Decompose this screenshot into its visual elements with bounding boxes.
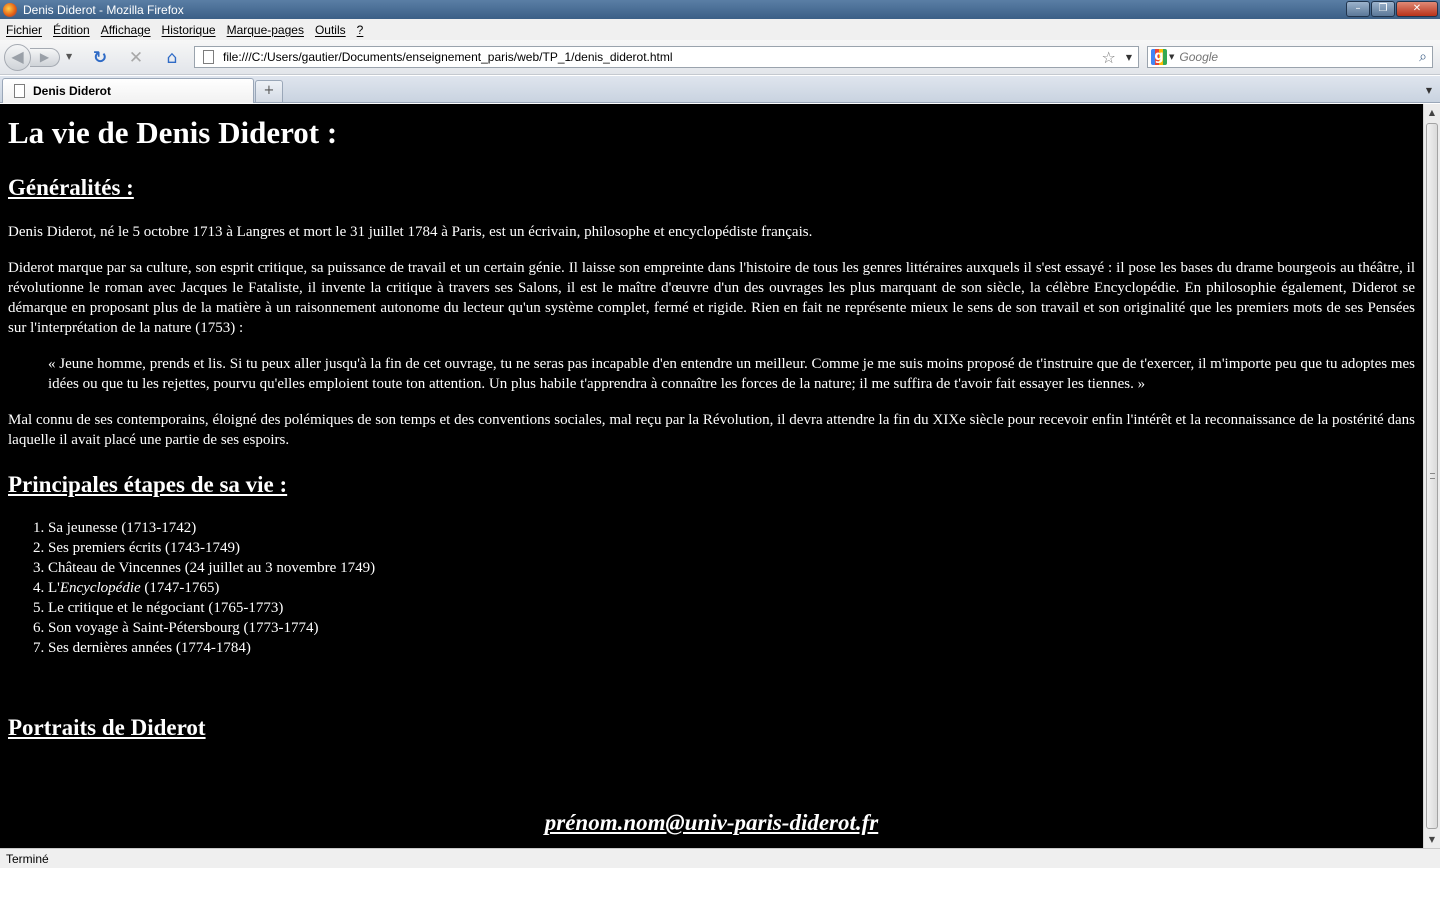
forward-button[interactable]: ▶ (30, 48, 60, 67)
list-item: Le critique et le négociant (1765-1773) (48, 598, 1415, 618)
status-bar: Terminé (0, 848, 1440, 868)
heading-generalites: Généralités : (8, 175, 134, 200)
paragraph-reception: Mal connu de ses contemporains, éloigné … (8, 412, 1415, 448)
list-item: L'Encyclopédie (1747-1765) (48, 578, 1415, 598)
history-dropdown-icon[interactable]: ▼ (66, 52, 72, 61)
menu-help[interactable]: ? (357, 23, 364, 37)
status-text: Terminé (6, 852, 49, 866)
step-italic: Encyclopédie (59, 580, 141, 596)
tab-list-dropdown-icon[interactable]: ▼ (1420, 80, 1438, 102)
heading-etapes: Principales étapes de sa vie : (8, 472, 288, 497)
search-bar: g ▼ ⌕ (1147, 46, 1433, 68)
magnifier-icon[interactable]: ⌕ (1419, 49, 1427, 65)
page-content: La vie de Denis Diderot : Généralités : … (0, 104, 1423, 848)
search-engine-dropdown-icon[interactable]: ▼ (1169, 53, 1174, 61)
window-titlebar: Denis Diderot - Mozilla Firefox – ❐ ✕ (0, 0, 1440, 19)
menu-historique[interactable]: Historique (162, 23, 216, 37)
window-title: Denis Diderot - Mozilla Firefox (23, 2, 184, 17)
menu-bar: Fichier Édition Affichage Historique Mar… (0, 19, 1440, 40)
page-title: La vie de Denis Diderot : (8, 115, 338, 150)
url-dropdown-icon[interactable]: ▼ (1126, 53, 1132, 62)
list-item: Sa jeunesse (1713-1742) (48, 518, 1415, 538)
navigation-toolbar: ▶ ◀ ▼ ↻ ✕ ⌂ ☆ ▼ g ▼ ⌕ (0, 40, 1440, 75)
google-engine-icon[interactable]: g (1151, 49, 1167, 65)
tab-denis-diderot[interactable]: Denis Diderot (2, 78, 254, 103)
new-tab-button[interactable]: + (255, 80, 283, 102)
scroll-thumb[interactable] (1426, 123, 1438, 829)
tab-label: Denis Diderot (33, 84, 112, 98)
search-input[interactable] (1179, 50, 1420, 64)
list-item: Ses premiers écrits (1743-1749) (48, 538, 1415, 558)
paragraph-intro: Denis Diderot, né le 5 octobre 1713 à La… (8, 224, 813, 240)
reload-icon[interactable]: ↻ (90, 49, 110, 67)
url-input[interactable] (223, 50, 1102, 64)
step-prefix: L' (48, 580, 60, 596)
list-item: Son voyage à Saint-Pétersbourg (1773-177… (48, 618, 1415, 638)
step-suffix: (1747-1765) (140, 580, 220, 596)
window-controls: – ❐ ✕ (1346, 1, 1438, 17)
page-icon (203, 50, 214, 64)
email-link[interactable]: prénom.nom@univ-paris-diderot.fr (0, 810, 1423, 836)
menu-fichier[interactable]: Fichier (6, 23, 42, 37)
bookmark-star-icon[interactable]: ☆ (1102, 48, 1116, 67)
stop-icon[interactable]: ✕ (126, 49, 146, 67)
home-icon[interactable]: ⌂ (162, 49, 182, 67)
back-button[interactable]: ◀ (4, 44, 31, 71)
close-window-button[interactable]: ✕ (1396, 1, 1438, 17)
vertical-scrollbar[interactable]: ▲ ▼ (1423, 104, 1440, 848)
back-forward-group: ▶ ◀ ▼ (4, 44, 76, 71)
list-item: Ses dernières années (1774-1784) (48, 638, 1415, 658)
firefox-logo-icon (3, 2, 17, 17)
minimize-button[interactable]: – (1346, 1, 1370, 17)
quote-pensees: « Jeune homme, prends et lis. Si tu peux… (48, 356, 1415, 392)
url-bar: ☆ ▼ (194, 46, 1139, 68)
grip-icon (1430, 473, 1435, 479)
maximize-button[interactable]: ❐ (1371, 1, 1395, 17)
life-steps-list: Sa jeunesse (1713-1742) Ses premiers écr… (8, 518, 1415, 658)
paragraph-culture: Diderot marque par sa culture, son espri… (8, 260, 1415, 336)
menu-marque-pages[interactable]: Marque-pages (227, 23, 304, 37)
menu-edition[interactable]: Édition (53, 23, 90, 37)
scroll-down-icon[interactable]: ▼ (1424, 831, 1440, 848)
scroll-up-icon[interactable]: ▲ (1424, 104, 1440, 121)
heading-portraits: Portraits de Diderot (8, 715, 206, 740)
page-icon (14, 84, 25, 98)
tab-bar: Denis Diderot + ▼ (0, 76, 1440, 103)
menu-affichage[interactable]: Affichage (101, 23, 151, 37)
list-item: Château de Vincennes (24 juillet au 3 no… (48, 558, 1415, 578)
menu-outils[interactable]: Outils (315, 23, 346, 37)
